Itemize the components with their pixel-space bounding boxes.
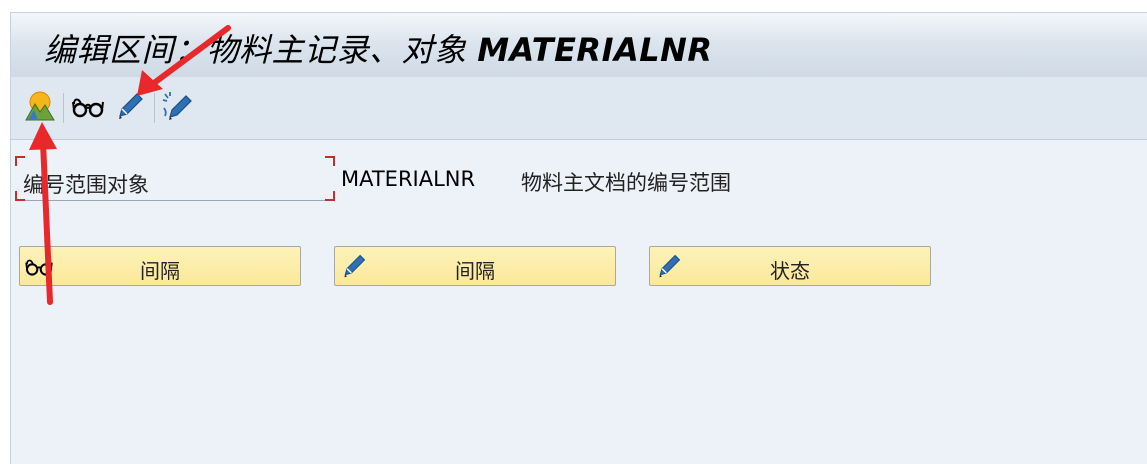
field-label: 编号范围对象	[23, 173, 149, 197]
application-toolbar	[11, 77, 1147, 140]
change-status-button[interactable]: 状态	[649, 246, 931, 286]
pencil-icon	[114, 90, 146, 126]
toolbar-display-button[interactable]	[71, 91, 105, 125]
number-range-object-row: 编号范围对象 MATERIALNR 物料主文档的编号范围	[11, 152, 1147, 204]
glasses-icon	[71, 92, 105, 124]
change-mode-icon	[24, 90, 56, 126]
button-label: 间隔	[455, 259, 495, 283]
page-title-prefix: 编辑区间：物料主记录、对象	[44, 31, 467, 69]
number-range-object-input[interactable]: 编号范围对象	[15, 156, 335, 201]
pencil-sparkle-icon	[161, 90, 195, 126]
field-value: MATERIALNR	[341, 167, 476, 191]
display-intervals-button[interactable]: 间隔	[19, 246, 301, 286]
toolbar-change-status-button[interactable]	[161, 91, 195, 125]
button-label: 状态	[770, 259, 810, 283]
change-intervals-button[interactable]: 间隔	[334, 246, 616, 286]
title-bar: 编辑区间：物料主记录、对象 MATERIALNR	[11, 12, 1147, 78]
button-label: 间隔	[140, 259, 180, 283]
toolbar-separator	[63, 93, 64, 123]
focus-corner	[325, 191, 335, 201]
toolbar-change-button[interactable]	[113, 91, 147, 125]
focus-corner	[325, 156, 335, 166]
page-title: 编辑区间：物料主记录、对象 MATERIALNR	[44, 25, 713, 71]
toolbar-change-mode-button[interactable]	[23, 91, 57, 125]
sap-window: 编辑区间：物料主记录、对象 MATERIALNR 编号范围对象 MATERIAL…	[10, 12, 1147, 464]
focus-corner	[15, 156, 25, 166]
field-description: 物料主文档的编号范围	[521, 171, 731, 195]
toolbar-separator	[154, 93, 155, 123]
page-title-object: MATERIALNR	[477, 31, 713, 69]
